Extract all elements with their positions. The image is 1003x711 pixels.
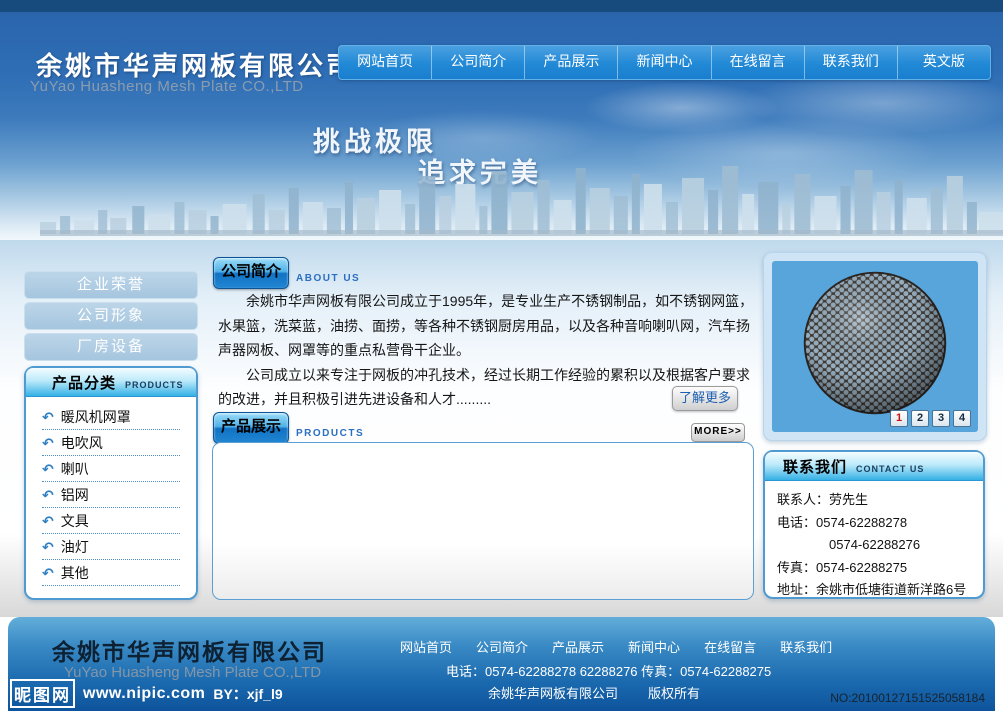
nav-item-home[interactable]: 网站首页	[339, 46, 432, 79]
nav-item-contact[interactable]: 联系我们	[805, 46, 898, 79]
nav-item-about[interactable]: 公司简介	[432, 46, 525, 79]
nav-item-guestbook[interactable]: 在线留言	[712, 46, 805, 79]
nipic-url: www.nipic.com	[83, 685, 205, 703]
products-more-button[interactable]: MORE>>	[691, 423, 745, 442]
about-section-subtitle: ABOUT US	[296, 273, 360, 284]
footer-nav-item-contact[interactable]: 联系我们	[780, 637, 832, 656]
products-section-subtitle: PRODUCTS	[296, 428, 364, 439]
contact-panel: 联系我们 CONTACT US 联系人：劳先生 电话：0574-62288278…	[763, 450, 985, 599]
footer-copyright-company: 余姚华声网板有限公司	[488, 683, 618, 702]
category-label: 喇叭	[61, 459, 89, 479]
contact-address: 地址：余姚市低塘街道新洋路6号	[777, 579, 983, 602]
category-item-hairdryer[interactable]: ↶ 电吹风	[42, 430, 180, 456]
category-label: 油灯	[61, 537, 89, 557]
gallery-page-3[interactable]: 3	[932, 410, 950, 427]
gallery-page-2[interactable]: 2	[911, 410, 929, 427]
nipic-author: BY：xjf_l9	[213, 684, 282, 704]
category-item-other[interactable]: ↶ 其他	[42, 560, 180, 586]
category-arrow-icon: ↶	[42, 436, 54, 450]
contact-phone-2: 0574-62288276	[777, 534, 983, 557]
footer-nav-item-about[interactable]: 公司简介	[476, 637, 528, 656]
footer: 余姚市华声网板有限公司 YuYao Huasheng Mesh Plate CO…	[8, 617, 995, 711]
category-list: ↶ 暖风机网罩 ↶ 电吹风 ↶ 喇叭 ↶ 铝网 ↶ 文具 ↶ 油灯	[42, 404, 180, 586]
gallery-pager: 1 2 3 4	[890, 410, 971, 427]
nav-item-news[interactable]: 新闻中心	[618, 46, 711, 79]
category-arrow-icon: ↶	[42, 462, 54, 476]
category-label: 其他	[61, 563, 89, 583]
contact-phone-1: 电话：0574-62288278	[777, 512, 983, 535]
footer-company-title: 余姚市华声网板有限公司	[52, 633, 327, 667]
gallery-page-1[interactable]: 1	[890, 410, 908, 427]
footer-copyright-text: 版权所有	[648, 683, 700, 702]
company-intro-paragraph-1: 余姚市华声网板有限公司成立于1995年，是专业生产不锈钢制品，如不锈钢网篮，水果…	[218, 289, 755, 363]
category-arrow-icon: ↶	[42, 566, 54, 580]
contact-person: 联系人：劳先生	[777, 489, 983, 512]
contact-panel-header: 联系我们 CONTACT US	[765, 452, 983, 481]
sidebar-item-honor[interactable]: 企业荣誉	[24, 271, 198, 299]
product-categories-header: 产品分类 PRODUCTS	[26, 368, 196, 397]
main-nav: 网站首页 公司简介 产品展示 新闻中心 在线留言 联系我们 英文版	[338, 45, 991, 80]
product-gallery-slide: 1 2 3 4	[772, 261, 978, 432]
category-label: 文具	[61, 511, 89, 531]
contact-fax: 传真：0574-62288275	[777, 557, 983, 580]
learn-more-button[interactable]: 了解更多	[672, 386, 738, 411]
contact-details: 联系人：劳先生 电话：0574-62288278 0574-62288276 传…	[765, 481, 983, 602]
product-categories-title: 产品分类	[52, 372, 116, 393]
top-strip	[0, 0, 1003, 12]
footer-nav-item-home[interactable]: 网站首页	[400, 637, 452, 656]
sidebar-item-company-image[interactable]: 公司形象	[24, 302, 198, 330]
about-section-button[interactable]: 公司简介	[213, 257, 289, 289]
gallery-page-4[interactable]: 4	[953, 410, 971, 427]
footer-nav-item-guestbook[interactable]: 在线留言	[704, 637, 756, 656]
footer-nav: 网站首页 公司简介 产品展示 新闻中心 在线留言 联系我们	[400, 637, 832, 656]
products-showcase-box	[212, 442, 754, 600]
category-label: 电吹风	[61, 433, 103, 453]
product-categories-panel: 产品分类 PRODUCTS ↶ 暖风机网罩 ↶ 电吹风 ↶ 喇叭 ↶ 铝网 ↶ …	[24, 366, 198, 600]
category-item-stationery[interactable]: ↶ 文具	[42, 508, 180, 534]
category-label: 铝网	[61, 485, 89, 505]
product-gallery-panel: 1 2 3 4	[763, 252, 987, 441]
category-arrow-icon: ↶	[42, 540, 54, 554]
product-categories-subtitle: PRODUCTS	[125, 375, 184, 390]
nav-item-english[interactable]: 英文版	[898, 46, 990, 79]
footer-phone-line: 电话：0574-62288278 62288276 传真：0574-622882…	[446, 661, 771, 680]
category-label: 暖风机网罩	[61, 407, 131, 427]
product-image[interactable]	[799, 267, 951, 419]
footer-copyright: 余姚华声网板有限公司 版权所有	[488, 683, 700, 702]
sidebar-item-facility[interactable]: 厂房设备	[24, 333, 198, 361]
category-item-aluminum-mesh[interactable]: ↶ 铝网	[42, 482, 180, 508]
nipic-logo: 昵图网	[10, 679, 75, 708]
category-arrow-icon: ↶	[42, 410, 54, 424]
nipic-watermark: 昵图网 www.nipic.com BY：xjf_l9	[10, 679, 283, 708]
page: 余姚市华声网板有限公司 YuYao Huasheng Mesh Plate CO…	[0, 0, 1003, 711]
category-arrow-icon: ↶	[42, 488, 54, 502]
category-item-oil-lamp[interactable]: ↶ 油灯	[42, 534, 180, 560]
footer-nav-item-products[interactable]: 产品展示	[552, 637, 604, 656]
footer-nav-item-news[interactable]: 新闻中心	[628, 637, 680, 656]
category-item-speaker[interactable]: ↶ 喇叭	[42, 456, 180, 482]
image-serial-number: NO:20100127151525058184	[830, 691, 985, 705]
products-section-button[interactable]: 产品展示	[213, 412, 289, 444]
nav-item-products[interactable]: 产品展示	[525, 46, 618, 79]
city-skyline-image	[40, 158, 1003, 238]
category-item-heater-mesh[interactable]: ↶ 暖风机网罩	[42, 404, 180, 430]
contact-panel-subtitle: CONTACT US	[856, 459, 924, 474]
site-logo-subtitle: YuYao Huasheng Mesh Plate CO.,LTD	[30, 78, 304, 95]
contact-panel-title: 联系我们	[783, 456, 847, 477]
category-arrow-icon: ↶	[42, 514, 54, 528]
